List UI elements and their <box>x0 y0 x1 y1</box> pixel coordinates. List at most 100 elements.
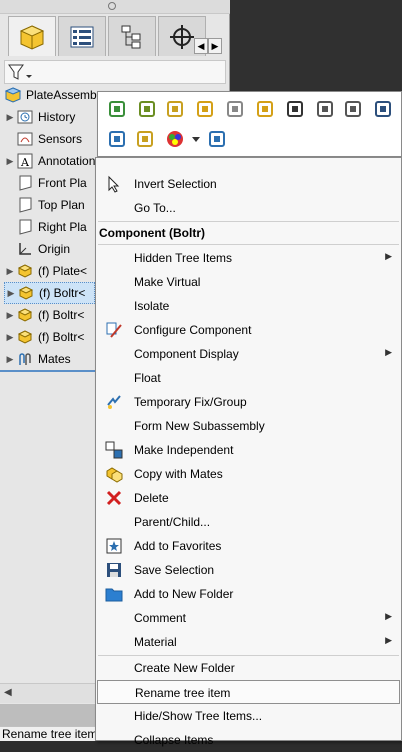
tree-item[interactable]: ▶ (f) Plate< <box>4 260 88 282</box>
origin-icon <box>16 241 34 257</box>
menu-item-collapse-items[interactable]: Collapse Items <box>97 728 400 752</box>
menu-item-invert-selection[interactable]: Invert Selection <box>97 172 400 196</box>
menu-item-isolate[interactable]: Isolate <box>97 294 400 318</box>
expand-arrow-icon[interactable]: ▶ <box>4 354 16 365</box>
hide-icon[interactable] <box>224 98 246 120</box>
menu-item-hidden-tree-items[interactable]: Hidden Tree Items ▶ <box>97 246 400 270</box>
tree-root-item[interactable]: PlateAssemb <box>4 84 97 106</box>
tree-item[interactable]: Front Pla <box>4 172 87 194</box>
part-icon <box>16 263 34 279</box>
tree-item[interactable]: ▶ (f) Boltr< <box>4 282 95 304</box>
menu-item-temporary-fix-group[interactable]: Temporary Fix/Group <box>97 390 400 414</box>
menu-item-copy-with-mates[interactable]: Copy with Mates <box>97 462 400 486</box>
horizontal-scrollbar[interactable]: ◀ <box>0 683 100 703</box>
plane-icon <box>16 175 34 191</box>
dropdown-arrow-icon[interactable] <box>190 128 202 150</box>
handle-dot-icon <box>108 2 116 10</box>
menu-item-label: Temporary Fix/Group <box>134 395 247 409</box>
tree-item-label: Right Pla <box>38 220 87 234</box>
sensors-icon <box>16 131 34 147</box>
edit-component-icon[interactable] <box>134 128 156 150</box>
submenu-arrow-icon: ▶ <box>385 611 392 621</box>
favorites-icon <box>104 537 124 555</box>
tree-item[interactable]: ▶ (f) Boltr< <box>4 326 85 348</box>
show-icon[interactable] <box>254 98 276 120</box>
menu-separator <box>98 221 399 222</box>
appearance-icon[interactable] <box>164 128 186 150</box>
menu-item-label: Float <box>134 371 161 385</box>
zoom-to-selection-icon[interactable] <box>106 128 128 150</box>
graphics-area[interactable] <box>230 0 402 100</box>
tree-item[interactable]: ▶ History <box>4 106 76 128</box>
menu-item-label: Component Display <box>134 347 239 361</box>
plane-icon <box>16 197 34 213</box>
tab-configuration-manager[interactable] <box>108 16 156 56</box>
tab-scroll-right-button[interactable]: ▶ <box>208 38 222 54</box>
expand-arrow-icon[interactable]: ▶ <box>4 156 16 167</box>
menu-item-save-selection[interactable]: Save Selection <box>97 558 400 582</box>
menu-item-add-to-favorites[interactable]: Add to Favorites <box>97 534 400 558</box>
expand-arrow-icon[interactable]: ▶ <box>4 332 16 343</box>
configure-component-icon <box>104 321 124 339</box>
menu-item-go-to[interactable]: Go To... <box>97 196 400 220</box>
menu-item-material[interactable]: Material ▶ <box>97 630 400 654</box>
tree-item[interactable]: ▶ A Annotations <box>4 150 101 172</box>
insert-component-icon[interactable] <box>106 98 128 120</box>
expand-arrow-icon[interactable]: ▶ <box>4 310 16 321</box>
menu-item-add-to-new-folder[interactable]: Add to New Folder <box>97 582 400 606</box>
link-icon[interactable] <box>314 98 336 120</box>
bottom-tabs[interactable] <box>0 704 100 726</box>
menu-item-form-new-subassembly[interactable]: Form New Subassembly <box>97 414 400 438</box>
menu-item-label: Material <box>134 635 177 649</box>
open-part-icon[interactable] <box>164 98 186 120</box>
expand-arrow-icon[interactable]: ▶ <box>4 266 16 277</box>
menu-item-component-display[interactable]: Component Display ▶ <box>97 342 400 366</box>
tab-feature-manager[interactable] <box>8 16 56 56</box>
expand-arrow-icon[interactable]: ▶ <box>5 288 17 299</box>
menu-item-label: Make Independent <box>134 443 234 457</box>
scroll-left-arrow-icon[interactable]: ◀ <box>4 687 12 698</box>
assembly-tab-icon <box>19 24 45 50</box>
expand-arrow-icon[interactable]: ▶ <box>4 112 16 123</box>
sort-icon[interactable] <box>284 98 306 120</box>
svg-text:A: A <box>20 156 30 169</box>
part-icon <box>17 285 35 301</box>
tab-property-manager[interactable] <box>58 16 106 56</box>
menu-item-parent-child[interactable]: Parent/Child... <box>97 510 400 534</box>
menu-item-comment[interactable]: Comment ▶ <box>97 606 400 630</box>
menu-item-configure-component[interactable]: Configure Component <box>97 318 400 342</box>
tree-item-label: (f) Boltr< <box>38 330 85 344</box>
menu-item-hide-show-tree-items[interactable]: Hide/Show Tree Items... <box>97 704 400 728</box>
menu-separator <box>98 244 399 245</box>
rebuild-icon[interactable] <box>136 98 158 120</box>
tree-item[interactable]: Top Plan <box>4 194 85 216</box>
edit-part-icon[interactable] <box>194 98 216 120</box>
menu-item-delete[interactable]: Delete <box>97 486 400 510</box>
mate-icon[interactable] <box>342 98 364 120</box>
tree-item[interactable]: Sensors <box>4 128 82 150</box>
panel-handle[interactable] <box>0 0 230 14</box>
menu-item-make-independent[interactable]: Make Independent <box>97 438 400 462</box>
plane-icon <box>16 219 34 235</box>
tree-item[interactable]: ▶ Mates <box>4 348 71 370</box>
menu-item-create-new-folder[interactable]: Create New Folder <box>97 656 400 680</box>
menu-item-make-virtual[interactable]: Make Virtual <box>97 270 400 294</box>
tree-filter-bar[interactable] <box>4 60 226 84</box>
menu-item-rename-tree-item[interactable]: Rename tree item <box>97 680 400 704</box>
tree-item[interactable]: ▶ (f) Boltr< <box>4 304 85 326</box>
annotations-icon: A <box>16 153 34 169</box>
tree-item[interactable]: Origin <box>4 238 70 260</box>
configuration-tab-icon <box>121 25 141 48</box>
menu-item-label: Create New Folder <box>134 661 235 675</box>
tab-scroll-left-button[interactable]: ◀ <box>194 38 208 54</box>
properties-icon[interactable] <box>372 98 394 120</box>
tree-item[interactable]: Right Pla <box>4 216 87 238</box>
crosshair-tab-icon <box>170 24 194 49</box>
menu-item-float[interactable]: Float <box>97 366 400 390</box>
tree-focus-line <box>0 370 95 372</box>
tree-item-label: Sensors <box>38 132 83 146</box>
part-icon <box>16 329 34 345</box>
menu-item-label: Rename tree item <box>135 686 231 700</box>
appearance-callout-icon[interactable] <box>206 128 228 150</box>
menu-item-label: Delete <box>134 491 169 505</box>
